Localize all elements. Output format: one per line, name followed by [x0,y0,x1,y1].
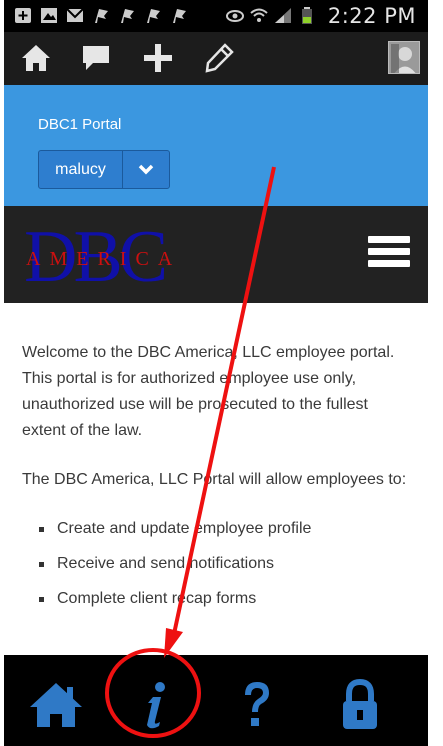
flag-icon [170,7,188,24]
main-content: Welcome to the DBC America, LLC employee… [22,340,414,621]
avatar[interactable] [388,41,420,74]
list-item: Complete client recap forms [22,586,414,612]
list-item-text: Receive and send notifications [57,555,275,572]
status-time: 2:22 PM [327,4,416,28]
signal-icon [274,7,292,24]
welcome-paragraph: Welcome to the DBC America, LLC employee… [22,344,395,439]
status-bar: 2:22 PM [4,0,428,32]
logo-sub: AMERICA [26,248,182,270]
phone-screen: 2:22 PM DBC1 Portal malucy DBC AMERICA W… [4,0,428,746]
app-toolbar [4,32,428,85]
hamburger-menu-icon[interactable] [368,236,410,276]
list-item: Receive and send notifications [22,551,414,577]
portal-title: DBC1 Portal [38,116,122,133]
home-icon[interactable] [26,677,86,733]
dbc-america-logo[interactable]: DBC AMERICA [24,216,184,298]
bullet-icon [39,527,44,532]
help-icon[interactable] [226,677,286,733]
image-icon [40,7,58,24]
battery-icon [298,7,316,24]
flag-icon [92,7,110,24]
features-intro: The DBC America, LLC Portal will allow e… [22,471,407,488]
flag-icon [118,7,136,24]
wifi-icon [250,7,268,24]
user-select[interactable]: malucy [38,150,170,189]
bottom-nav [4,655,428,746]
comment-icon[interactable] [80,42,112,74]
eye-icon [226,7,244,24]
brand-bar: DBC AMERICA [4,206,428,303]
list-item-text: Create and update employee profile [57,520,312,537]
lock-icon[interactable] [330,677,390,733]
feature-list: Create and update employee profile Recei… [22,516,414,612]
list-item: Create and update employee profile [22,516,414,542]
chevron-down-icon[interactable] [123,151,169,188]
flag-icon [144,7,162,24]
home-icon[interactable] [20,42,52,74]
pencil-icon[interactable] [203,42,235,74]
bullet-icon [39,597,44,602]
bullet-icon [39,562,44,567]
list-item-text: Complete client recap forms [57,590,257,607]
user-select-value[interactable]: malucy [39,151,123,188]
portal-header: DBC1 Portal malucy [4,85,428,206]
info-icon[interactable] [124,677,184,733]
plus-box-icon [14,7,32,24]
add-icon[interactable] [142,42,174,74]
mail-icon [66,7,84,24]
